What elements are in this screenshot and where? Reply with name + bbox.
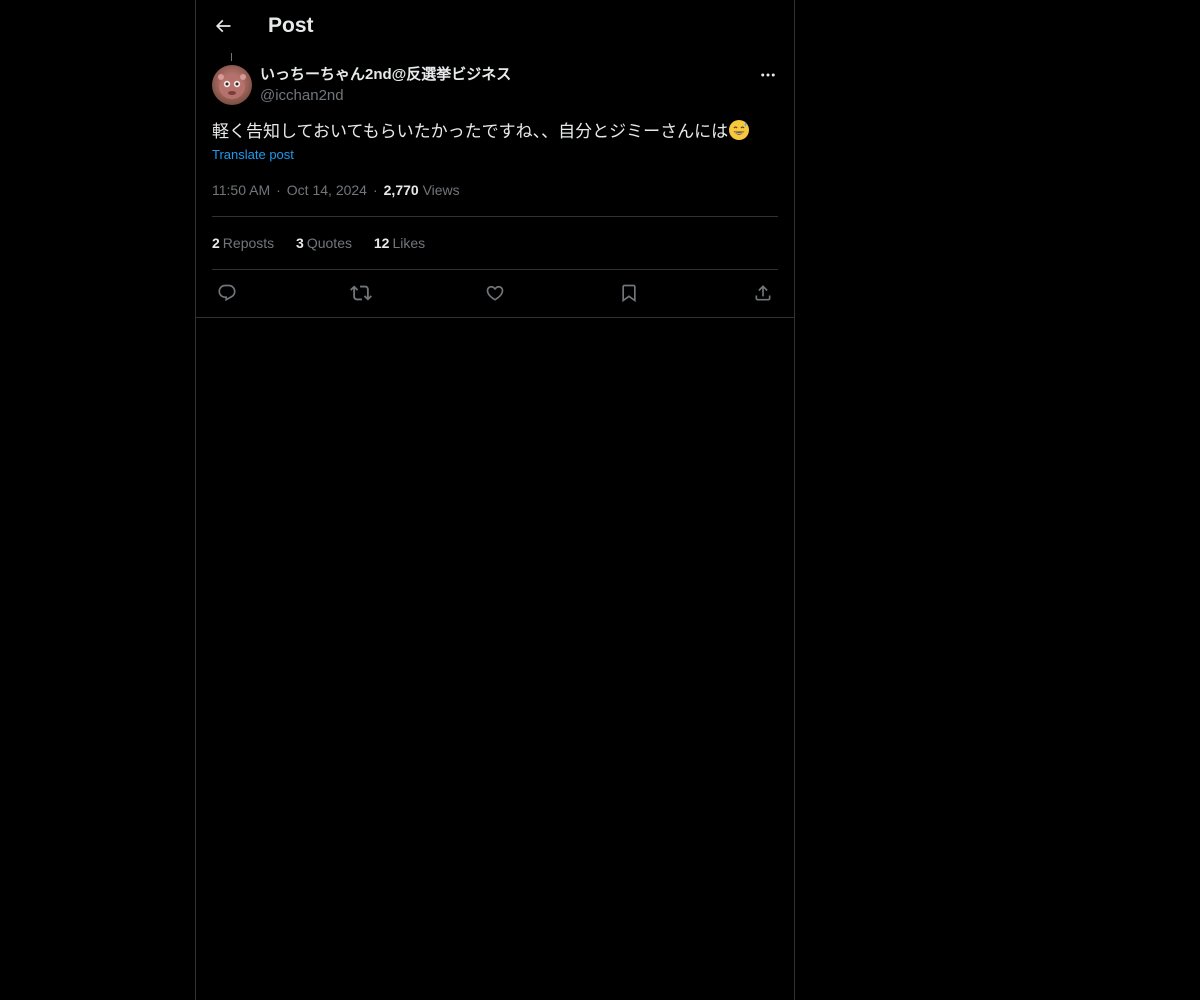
divider xyxy=(212,216,778,217)
meta-separator: · xyxy=(372,182,378,198)
divider xyxy=(212,269,778,270)
post-time[interactable]: 11:50 AM xyxy=(212,182,270,198)
meta-separator: · xyxy=(276,182,281,198)
post-metadata: 11:50 AM · Oct 14, 2024 · 2,770 Views xyxy=(212,180,460,200)
arrow-left-icon xyxy=(215,19,231,33)
post-column: Post いっちーちゃん2nd@反選挙ビジネス @icchan2nd 軽く告知し… xyxy=(195,0,795,1000)
action-bar xyxy=(212,280,778,306)
quotes-label: Quotes xyxy=(306,235,352,251)
translate-post-link[interactable]: Translate post xyxy=(212,146,294,164)
post-text: 軽く告知しておいてもらいたかったですね、、自分とジミーさんには xyxy=(212,119,778,148)
engagement-stats: 2 Reposts 3 Quotes 12 Likes xyxy=(212,233,443,253)
page-title: Post xyxy=(268,14,314,37)
avatar-image xyxy=(212,65,252,105)
like-button[interactable] xyxy=(480,280,510,306)
reply-icon xyxy=(218,284,236,302)
likes-label: Likes xyxy=(392,235,426,251)
reposts-stat[interactable]: 2 Reposts xyxy=(212,233,274,253)
share-icon xyxy=(755,285,771,301)
author-handle[interactable]: @icchan2nd xyxy=(260,86,344,106)
reposts-count: 2 xyxy=(212,235,220,251)
quotes-count: 3 xyxy=(296,235,304,251)
quotes-stat[interactable]: 3 Quotes xyxy=(296,233,352,253)
reposts-label: Reposts xyxy=(222,235,275,251)
divider xyxy=(196,317,794,318)
repost-icon xyxy=(350,285,372,301)
bookmark-icon xyxy=(622,284,636,303)
avatar[interactable] xyxy=(212,65,252,105)
views-label: Views xyxy=(422,182,460,198)
repost-button[interactable] xyxy=(346,280,376,306)
likes-count: 12 xyxy=(373,235,390,251)
grinning-sweat-emoji-icon xyxy=(728,119,750,148)
post-date[interactable]: Oct 14, 2024 xyxy=(287,182,367,198)
reply-button[interactable] xyxy=(212,280,242,306)
more-horizontal-icon xyxy=(761,73,775,77)
likes-stat[interactable]: 12 Likes xyxy=(374,233,425,253)
bookmark-button[interactable] xyxy=(614,280,644,306)
back-button[interactable] xyxy=(208,11,238,41)
post-text-content: 軽く告知しておいてもらいたかったですね、、自分とジミーさんには xyxy=(212,122,729,141)
heart-icon xyxy=(486,285,504,301)
header: Post xyxy=(196,0,794,53)
author-display-name[interactable]: いっちーちゃん2nd@反選挙ビジネス xyxy=(260,65,511,85)
more-options-button[interactable] xyxy=(756,64,780,86)
thread-connector-line xyxy=(231,53,232,61)
share-button[interactable] xyxy=(748,280,778,306)
views-count: 2,770 xyxy=(383,182,419,198)
